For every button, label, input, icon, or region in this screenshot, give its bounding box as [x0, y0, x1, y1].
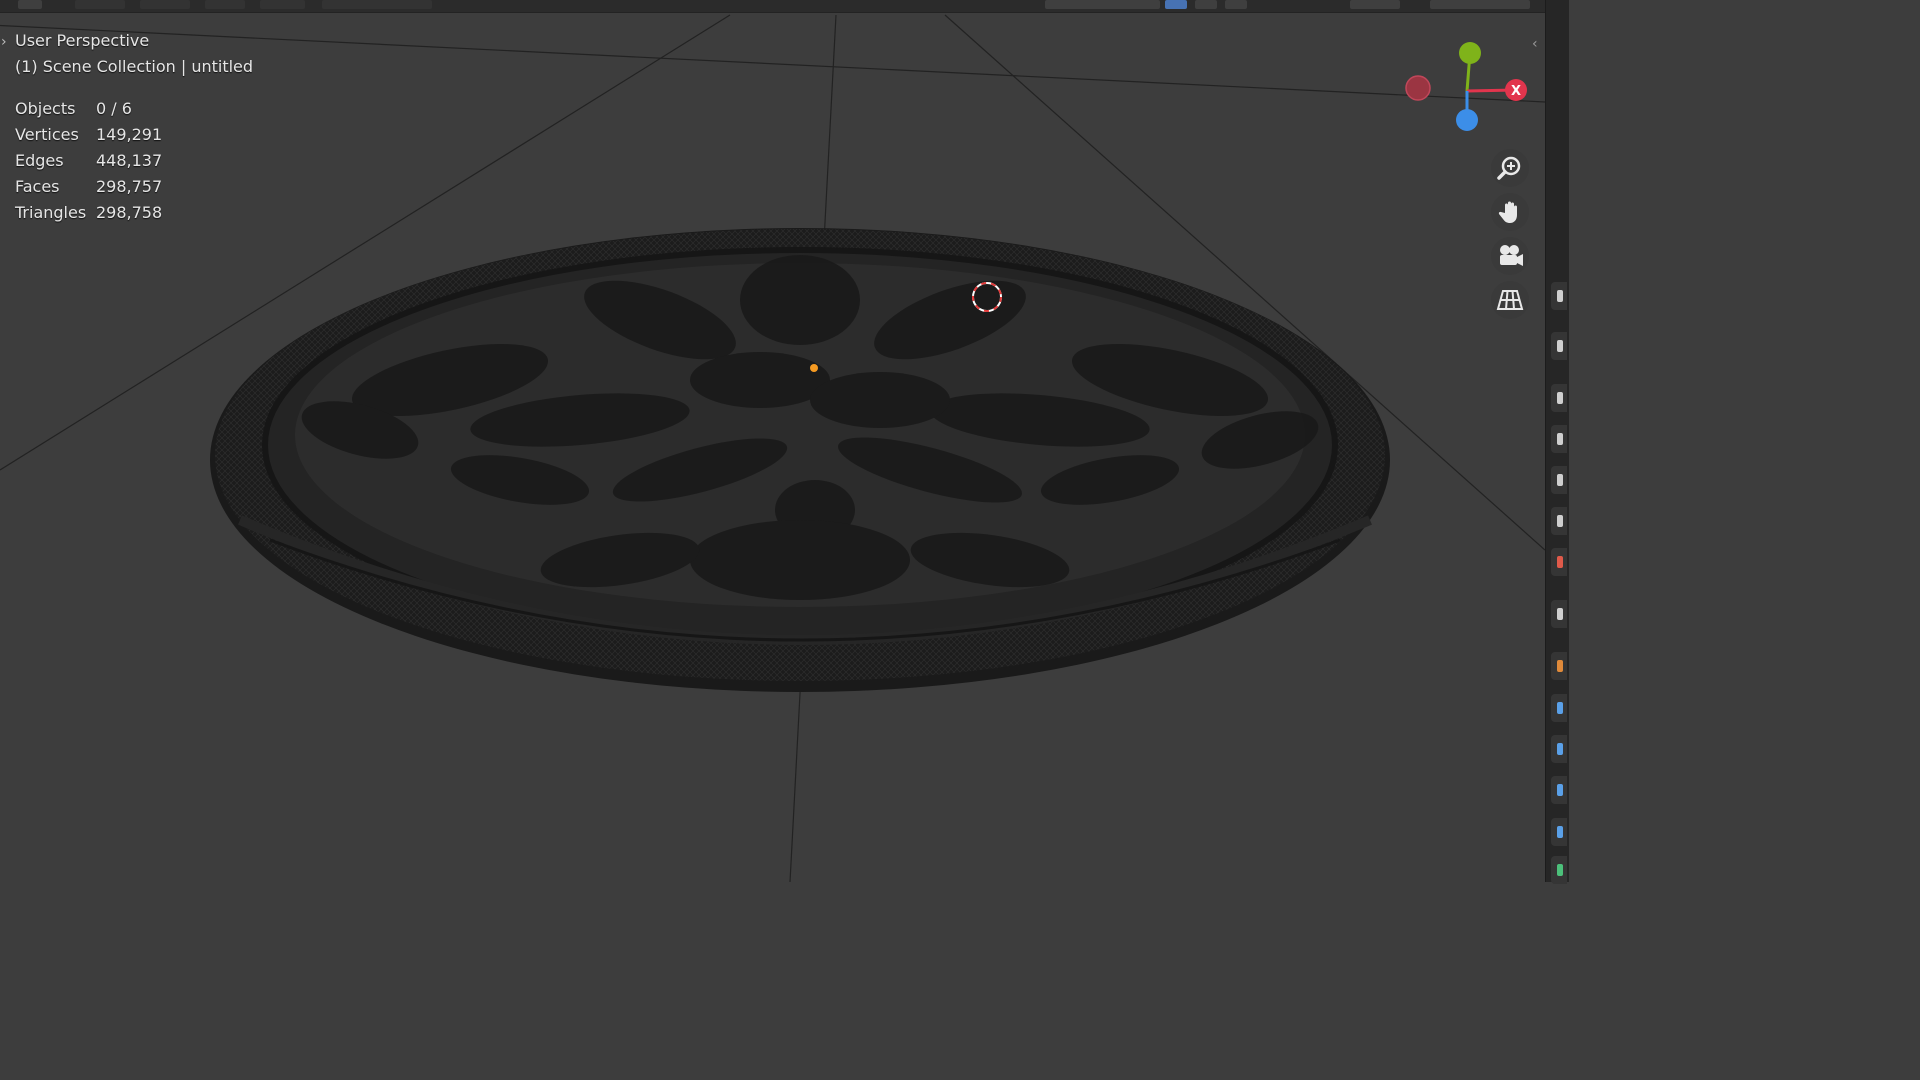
tab-collection[interactable]: [1551, 548, 1567, 576]
stat-value: 298,758: [96, 203, 163, 222]
stat-triangles: Triangles 298,758: [15, 200, 253, 226]
view-name: User Perspective: [15, 31, 150, 50]
camera-icon: [1500, 245, 1523, 266]
tab-object-data[interactable]: [1551, 818, 1567, 846]
gizmo-z-axis-icon: [1456, 109, 1478, 131]
stat-value: 149,291: [96, 125, 163, 144]
stat-value: 448,137: [96, 151, 163, 170]
transform-orientation[interactable]: [1045, 0, 1160, 9]
stat-vertices: Vertices 149,291: [15, 122, 253, 148]
tab-modifiers[interactable]: [1551, 652, 1567, 680]
stat-label: Vertices: [15, 125, 79, 144]
hand-pan-icon: [1498, 201, 1517, 223]
add-menu[interactable]: [205, 0, 245, 9]
solid-shading-button[interactable]: [1165, 0, 1187, 9]
material-shading-button[interactable]: [1195, 0, 1217, 9]
object-origin-dot: [810, 364, 818, 372]
tab-physics[interactable]: [1551, 735, 1567, 763]
viewport-header: [0, 0, 1545, 13]
viewport-info-overlay: User Perspective (1) Scene Collection | …: [15, 28, 253, 226]
zoom-icon: [1497, 156, 1521, 180]
pan-button[interactable]: [1491, 193, 1529, 231]
stat-label: Edges: [15, 151, 64, 170]
zoom-button[interactable]: [1491, 149, 1529, 187]
tab-constraints[interactable]: [1551, 776, 1567, 804]
gizmo-toggle[interactable]: [322, 0, 432, 9]
collection-label: (1) Scene Collection | untitled: [15, 57, 254, 76]
tab-scene[interactable]: [1551, 466, 1567, 494]
object-menu[interactable]: [260, 0, 305, 9]
tab-object[interactable]: [1551, 600, 1567, 628]
scene-statistics: Objects 0 / 6 Vertices 149,291 Edges 448…: [15, 96, 253, 226]
view-menu[interactable]: [75, 0, 125, 9]
stat-label: Objects: [15, 99, 76, 118]
perspective-toggle-button[interactable]: [1491, 281, 1529, 319]
stat-label: Triangles: [15, 203, 87, 222]
grid-perspective-icon: [1496, 290, 1524, 310]
tab-world[interactable]: [1551, 507, 1567, 535]
stat-edges: Edges 448,137: [15, 148, 253, 174]
overlay-dropdown[interactable]: [1350, 0, 1400, 9]
editor-type-button[interactable]: [18, 0, 42, 9]
tab-render[interactable]: [1551, 332, 1567, 360]
render-shading-button[interactable]: [1225, 0, 1247, 9]
camera-view-button[interactable]: [1491, 237, 1529, 275]
stat-faces: Faces 298,757: [15, 174, 253, 200]
ornate-dish-mesh: [210, 228, 1390, 692]
stat-label: Faces: [15, 177, 60, 196]
navigation-gizmo[interactable]: X: [1400, 36, 1540, 146]
stat-value: 0 / 6: [96, 99, 132, 118]
tab-material[interactable]: [1551, 856, 1567, 884]
stat-value: 298,757: [96, 177, 163, 196]
gizmo-x-label: X: [1511, 84, 1521, 99]
tab-particles[interactable]: [1551, 694, 1567, 722]
select-menu[interactable]: [140, 0, 190, 9]
properties-tab-strip: [1545, 0, 1569, 884]
toolbar-expand-icon[interactable]: ›: [1, 34, 7, 50]
gizmo-y-axis-icon: [1459, 42, 1481, 64]
stat-objects: Objects 0 / 6: [15, 96, 253, 122]
3d-viewport[interactable]: › ‹ User Perspective (1) Scene Collectio…: [0, 0, 1545, 882]
gizmo-neg-x-icon: [1405, 75, 1431, 101]
tab-output[interactable]: [1551, 384, 1567, 412]
tab-view-layer[interactable]: [1551, 425, 1567, 453]
viewport-options[interactable]: [1430, 0, 1530, 9]
tab-tool[interactable]: [1551, 282, 1567, 310]
